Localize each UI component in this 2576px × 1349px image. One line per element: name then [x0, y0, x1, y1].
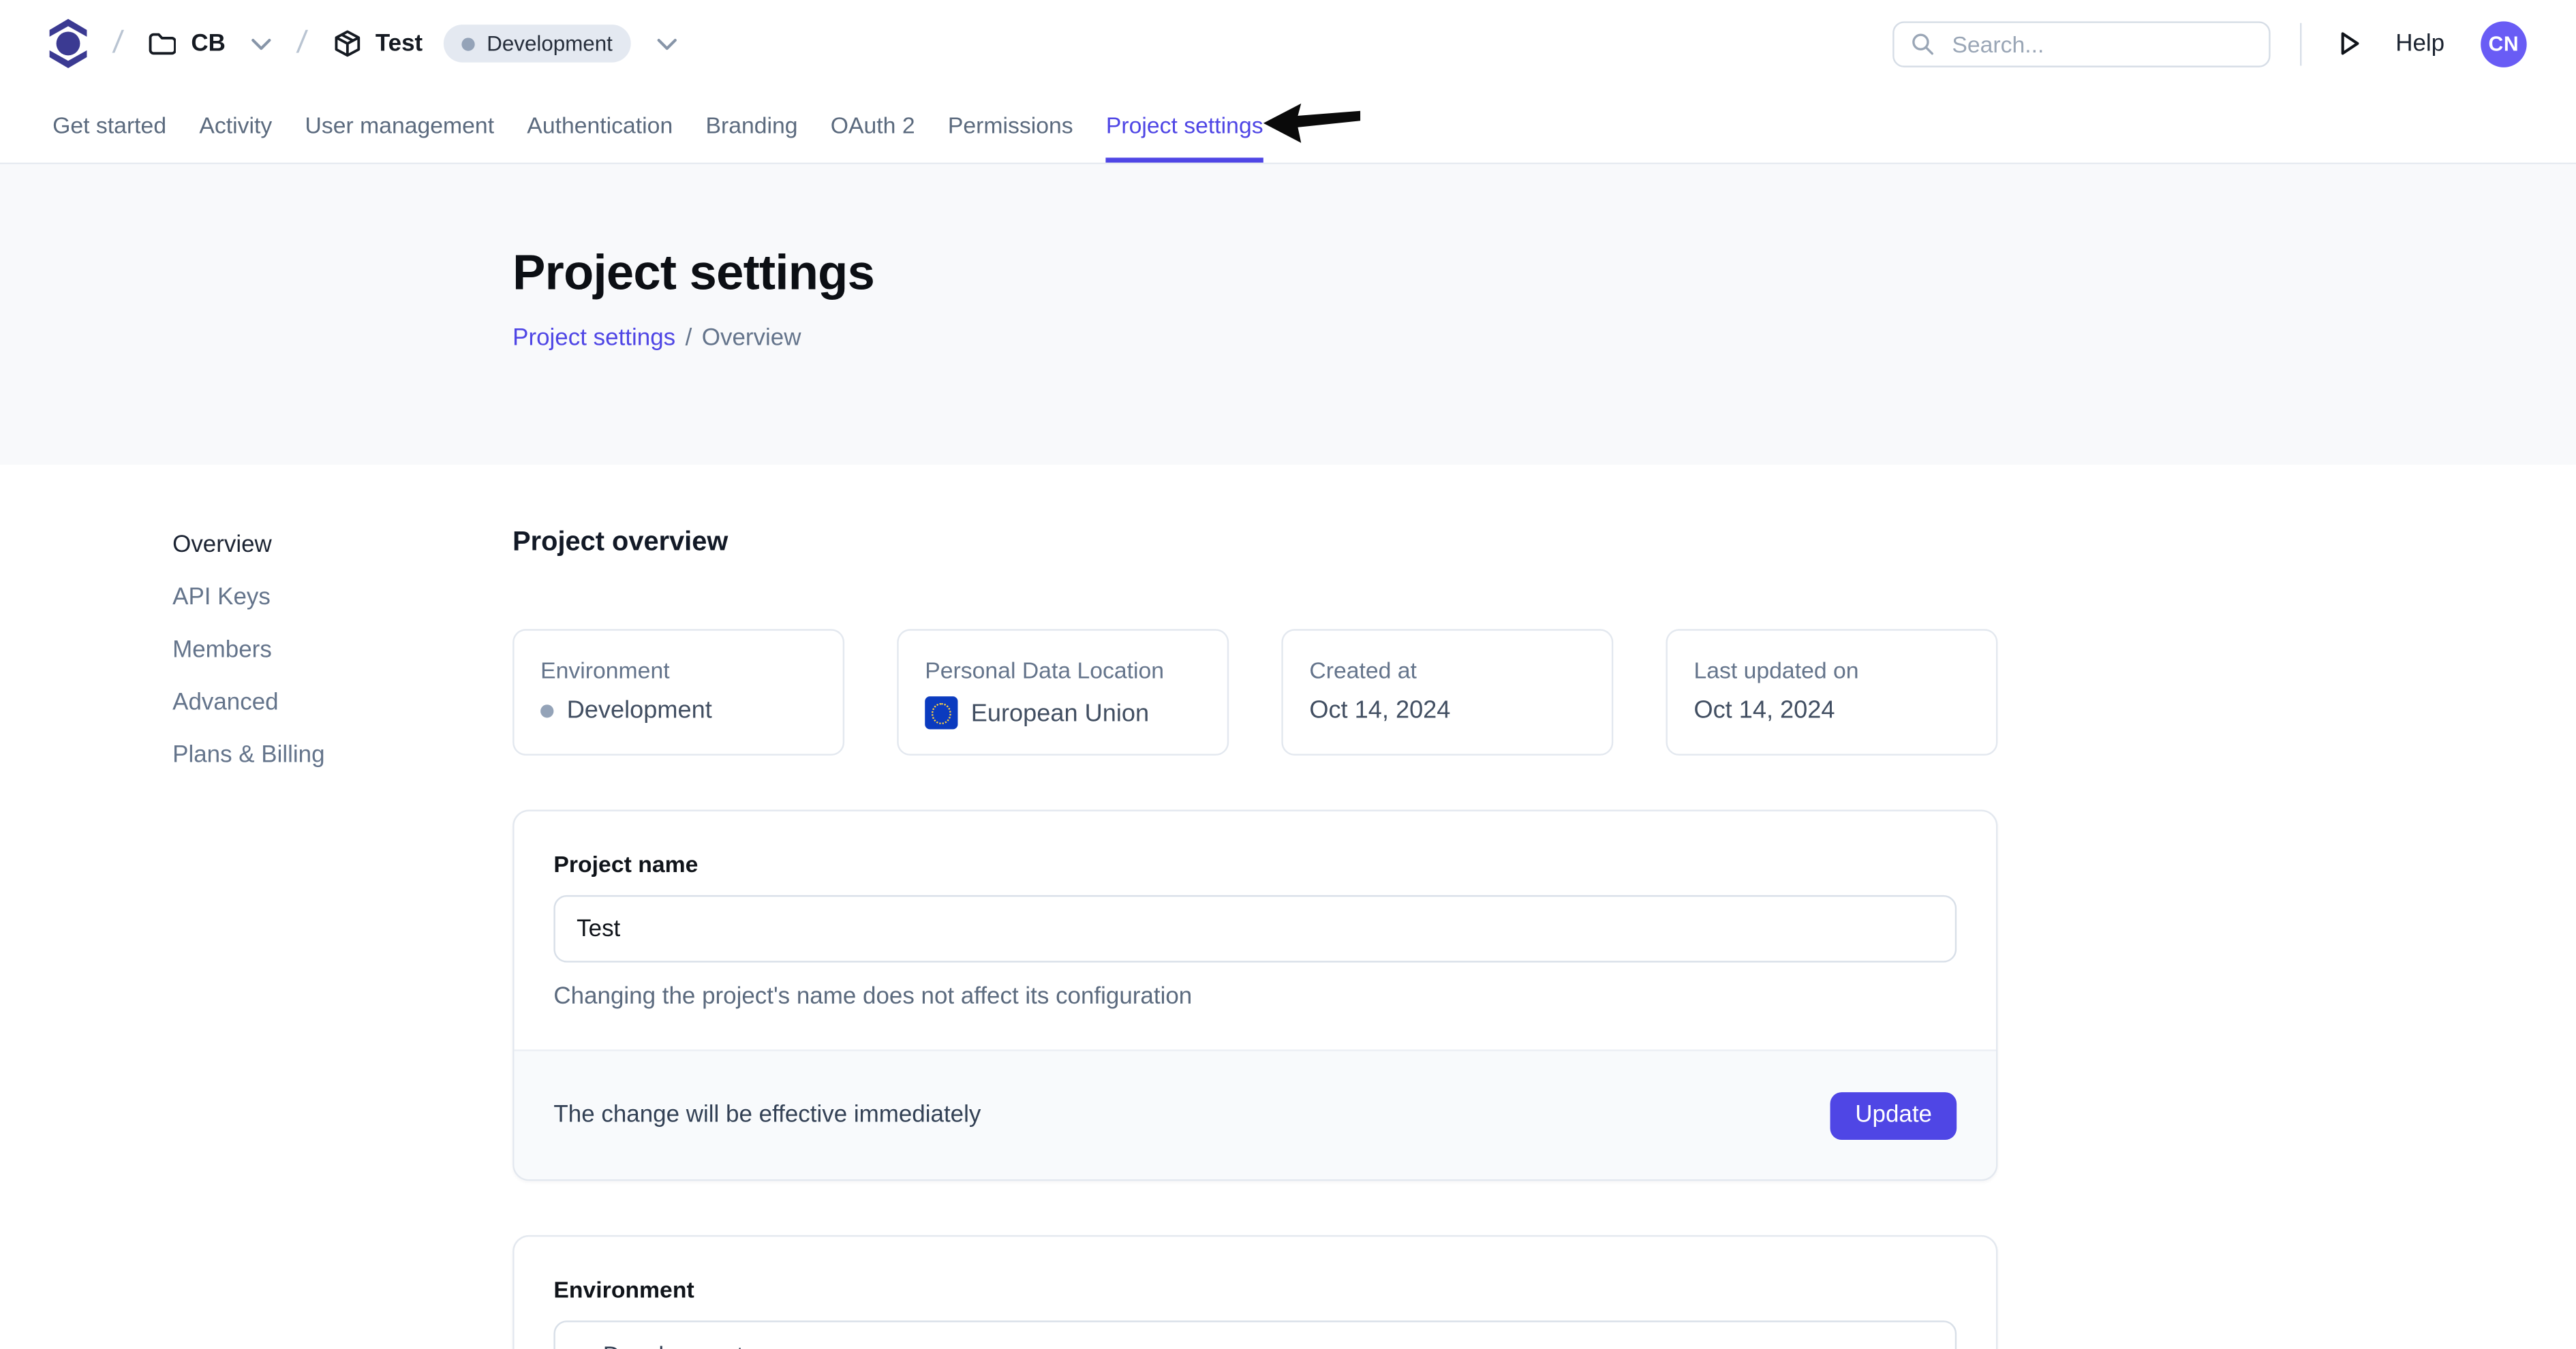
sidebar-item-advanced[interactable]: Advanced: [172, 688, 512, 719]
breadcrumb: Project settings / Overview: [512, 324, 2576, 351]
info-card-data-location: Personal Data Location European Union: [897, 629, 1229, 756]
divider: [2300, 22, 2301, 65]
update-button[interactable]: Update: [1830, 1091, 1957, 1139]
eu-flag-icon: [925, 696, 957, 729]
last-updated-value: Oct 14, 2024: [1693, 696, 1835, 724]
project-name-card: Project name Changing the project's name…: [512, 809, 1997, 1181]
info-card-value: Oct 14, 2024: [1693, 696, 1969, 724]
environment-value: Development: [567, 696, 712, 724]
data-location-value: European Union: [971, 699, 1149, 727]
user-avatar[interactable]: CN: [2481, 20, 2527, 67]
environment-label: Environment: [553, 1276, 1957, 1303]
play-button[interactable]: [2330, 23, 2370, 64]
primary-tabs: Get started Activity User management Aut…: [0, 87, 2576, 164]
environment-select[interactable]: Development: [553, 1320, 1957, 1349]
chevron-down-icon: [251, 37, 271, 50]
environment-card-body: Environment Development: [515, 1237, 1996, 1349]
tab-oauth2[interactable]: OAuth 2: [831, 87, 915, 163]
info-card-environment: Environment Development: [512, 629, 844, 756]
tab-permissions[interactable]: Permissions: [948, 87, 1073, 163]
environment-card: Environment Development: [512, 1235, 1997, 1349]
breadcrumb-link[interactable]: Project settings: [512, 324, 675, 351]
sidebar-item-members[interactable]: Members: [172, 636, 512, 667]
project-name: Test: [375, 31, 423, 57]
sidebar-item-plans-billing[interactable]: Plans & Billing: [172, 741, 512, 772]
info-card-value: Oct 14, 2024: [1309, 696, 1585, 724]
content-area: Overview API Keys Members Advanced Plans…: [0, 465, 2576, 1349]
help-link[interactable]: Help: [2395, 31, 2444, 57]
app-window: / CB / Test Development: [0, 0, 2576, 1349]
tab-authentication[interactable]: Authentication: [527, 87, 673, 163]
info-card-value: European Union: [925, 696, 1201, 729]
status-dot-icon: [540, 704, 553, 717]
info-card-value: Development: [540, 696, 816, 724]
section-title: Project overview: [512, 527, 1997, 559]
breadcrumb-separator: /: [295, 25, 309, 61]
info-card-row: Environment Development Personal Data Lo…: [512, 629, 1997, 756]
breadcrumb-separator: /: [111, 25, 125, 61]
status-dot-icon: [462, 37, 475, 50]
info-card-last-updated: Last updated on Oct 14, 2024: [1666, 629, 1997, 756]
project-name-helper: Changing the project's name does not aff…: [553, 984, 1957, 1010]
info-card-label: Personal Data Location: [925, 657, 1201, 683]
org-name: CB: [191, 31, 226, 57]
tab-branding[interactable]: Branding: [705, 87, 797, 163]
project-name-label: Project name: [553, 851, 1957, 878]
environment-select-value: Development: [603, 1343, 743, 1349]
project-switcher[interactable]: Test Development: [333, 25, 677, 62]
info-card-label: Created at: [1309, 657, 1585, 683]
environment-badge-label: Development: [487, 31, 613, 56]
sidebar-item-overview[interactable]: Overview: [172, 531, 512, 562]
tab-project-settings[interactable]: Project settings: [1106, 87, 1263, 163]
brand-logo-icon: [49, 18, 87, 69]
folder-icon: [149, 31, 177, 56]
project-name-input[interactable]: [553, 895, 1957, 963]
created-at-value: Oct 14, 2024: [1309, 696, 1450, 724]
chevron-down-icon: [657, 37, 677, 50]
page-title: Project settings: [512, 247, 2576, 303]
tab-get-started[interactable]: Get started: [52, 87, 166, 163]
project-name-card-body: Project name Changing the project's name…: [515, 811, 1996, 1050]
environment-badge: Development: [444, 25, 631, 62]
search-icon: [1911, 31, 1934, 56]
sidebar-item-api-keys[interactable]: API Keys: [172, 583, 512, 615]
org-switcher[interactable]: CB: [149, 31, 272, 57]
breadcrumb-separator: /: [686, 324, 692, 351]
breadcrumb-current: Overview: [702, 324, 801, 351]
settings-nav: Overview API Keys Members Advanced Plans…: [172, 527, 512, 1349]
top-bar: / CB / Test Development: [0, 0, 2576, 87]
package-icon: [333, 29, 361, 57]
footer-note: The change will be effective immediately: [553, 1102, 981, 1129]
info-card-created-at: Created at Oct 14, 2024: [1281, 629, 1613, 756]
main-panel: Project overview Environment Development…: [512, 527, 1997, 1349]
search-input[interactable]: [1949, 29, 2253, 58]
info-card-label: Last updated on: [1693, 657, 1969, 683]
tab-activity[interactable]: Activity: [199, 87, 272, 163]
project-name-card-footer: The change will be effective immediately…: [515, 1049, 1996, 1179]
play-icon: [2336, 29, 2363, 57]
info-card-label: Environment: [540, 657, 816, 683]
brand-logo[interactable]: [49, 18, 87, 69]
global-search[interactable]: [1893, 20, 2271, 67]
page-header: Project settings Project settings / Over…: [0, 164, 2576, 465]
top-bar-actions: Help CN: [1893, 20, 2527, 67]
tab-user-management[interactable]: User management: [305, 87, 494, 163]
